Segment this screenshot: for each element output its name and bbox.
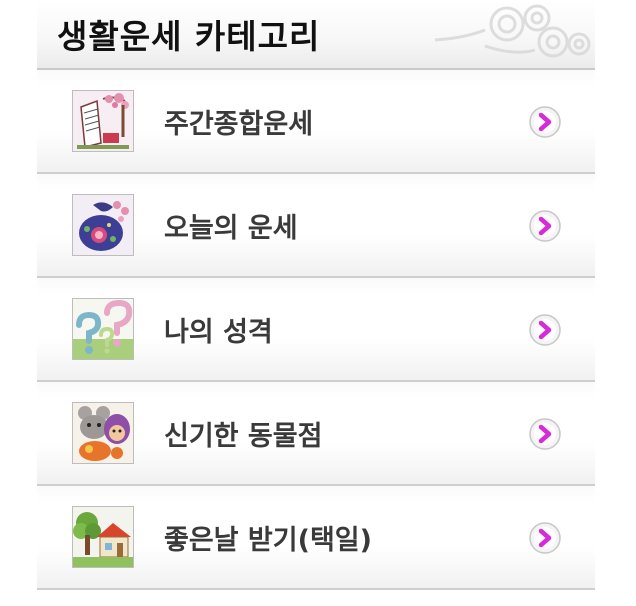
menu-item-label: 신기한 동물점 bbox=[164, 421, 323, 452]
menu-item-weekly-fortune[interactable]: 주간종합운세 bbox=[37, 70, 595, 174]
menu-item-good-day[interactable]: 좋은날 받기(택일) bbox=[37, 486, 595, 590]
menu-item-label: 오늘의 운세 bbox=[164, 213, 298, 244]
category-panel: 생활운세 카테고리 주간종합운세 오늘의 운세 나의 성격 신기한 동물점 좋은… bbox=[37, 0, 595, 606]
calendar-blossom-icon bbox=[72, 90, 134, 152]
menu-item-today-fortune[interactable]: 오늘의 운세 bbox=[37, 174, 595, 278]
question-marks-icon bbox=[72, 298, 134, 360]
house-tree-icon bbox=[72, 506, 134, 568]
lucky-pouch-icon bbox=[72, 194, 134, 256]
chevron-right-icon[interactable] bbox=[527, 104, 563, 140]
header: 생활운세 카테고리 bbox=[37, 0, 595, 70]
chevron-right-icon[interactable] bbox=[527, 520, 563, 556]
chevron-right-icon[interactable] bbox=[527, 208, 563, 244]
animals-icon bbox=[72, 402, 134, 464]
menu-item-animal-fortune[interactable]: 신기한 동물점 bbox=[37, 382, 595, 486]
menu-item-my-personality[interactable]: 나의 성격 bbox=[37, 278, 595, 382]
menu-item-label: 좋은날 받기(택일) bbox=[164, 525, 372, 556]
chevron-right-icon[interactable] bbox=[527, 416, 563, 452]
menu-item-label: 주간종합운세 bbox=[164, 109, 314, 140]
cloud-ornament-icon bbox=[434, 4, 591, 58]
menu-item-label: 나의 성격 bbox=[164, 317, 273, 348]
chevron-right-icon[interactable] bbox=[527, 312, 563, 348]
page-title: 생활운세 카테고리 bbox=[57, 17, 321, 56]
